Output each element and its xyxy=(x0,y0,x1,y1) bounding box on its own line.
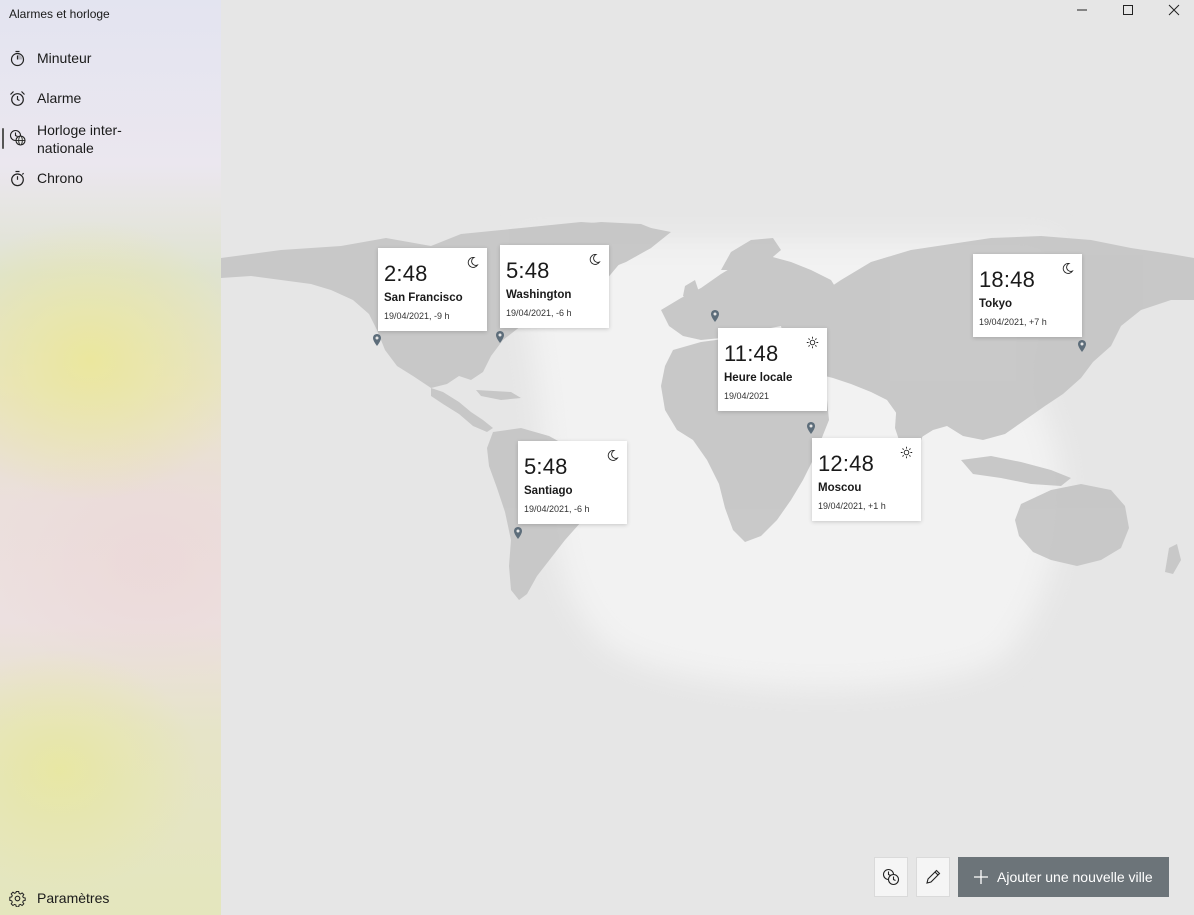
plus-icon xyxy=(974,870,988,884)
moon-icon xyxy=(607,450,619,461)
sidebar-item-timer[interactable]: Minuteur xyxy=(0,49,221,67)
clock-city: Heure locale xyxy=(724,372,793,384)
sidebar-item-label: Horloge inter- xyxy=(37,122,122,138)
minimize-button[interactable] xyxy=(1059,0,1105,20)
app-title: Alarmes et horloge xyxy=(9,7,110,21)
clock-time: 12:48 xyxy=(818,451,875,476)
clock-card-santiago[interactable]: 5:48 Santiago 19/04/2021, -6 h xyxy=(518,441,627,524)
sidebar-item-label: Alarme xyxy=(37,90,82,106)
alarm-clock-icon xyxy=(10,90,25,106)
sidebar-item-label: Minuteur xyxy=(37,50,92,66)
location-pin-san-francisco[interactable] xyxy=(373,334,381,346)
clock-date: 19/04/2021, -9 h xyxy=(384,311,450,321)
clock-city: San Francisco xyxy=(384,292,463,304)
add-city-label: Ajouter une nouvelle ville xyxy=(997,869,1153,885)
minimize-icon xyxy=(1077,9,1087,11)
clock-card-moscou[interactable]: 12:48 Moscou 19/04/2021, +1 h xyxy=(812,438,921,521)
clock-date: 19/04/2021 xyxy=(724,391,770,401)
stopwatch-icon xyxy=(11,170,25,186)
moon-icon xyxy=(467,257,479,268)
clock-date: 19/04/2021, +7 h xyxy=(979,317,1047,327)
close-button[interactable] xyxy=(1151,0,1194,20)
pencil-icon xyxy=(926,869,941,884)
location-pin-local[interactable] xyxy=(711,310,719,322)
compare-clocks-icon xyxy=(882,868,900,886)
edit-button[interactable] xyxy=(916,857,950,897)
location-pin-santiago[interactable] xyxy=(514,527,522,539)
clock-time: 5:48 xyxy=(506,258,550,283)
clock-city: Tokyo xyxy=(979,298,1013,310)
clock-card-san-francisco[interactable]: 2:48 San Francisco 19/04/2021, -9 h xyxy=(378,248,487,331)
clock-time: 5:48 xyxy=(524,454,568,479)
moon-icon xyxy=(589,254,601,265)
main-content: 2:48 San Francisco 19/04/2021, -9 h 5:48… xyxy=(221,0,1194,915)
sidebar-item-label: Chrono xyxy=(37,170,83,186)
clock-card-tokyo[interactable]: 18:48 Tokyo 19/04/2021, +7 h xyxy=(973,254,1082,337)
sidebar: Alarmes et horloge Minuteur Alarme Horlo… xyxy=(0,0,221,915)
compare-clocks-button[interactable] xyxy=(874,857,908,897)
clock-card-local[interactable]: 11:48 Heure locale 19/04/2021 xyxy=(718,328,827,411)
world-clock-icon xyxy=(9,129,26,146)
maximize-icon xyxy=(1123,5,1133,15)
sidebar-item-settings[interactable]: Paramètres xyxy=(0,889,221,907)
sidebar-item-alarm[interactable]: Alarme xyxy=(0,89,221,107)
clock-date: 19/04/2021, -6 h xyxy=(524,504,590,514)
clock-city: Santiago xyxy=(524,485,573,497)
clock-time: 11:48 xyxy=(724,341,779,366)
moon-icon xyxy=(1062,263,1074,274)
clock-city: Moscou xyxy=(818,482,862,494)
location-pin-tokyo[interactable] xyxy=(1078,340,1086,352)
sidebar-item-label: Paramètres xyxy=(37,890,110,906)
sidebar-item-stopwatch[interactable]: Chrono xyxy=(0,169,221,187)
location-pin-washington[interactable] xyxy=(496,331,504,343)
clock-date: 19/04/2021, -6 h xyxy=(506,308,572,318)
world-map xyxy=(221,0,1194,915)
sun-icon xyxy=(900,446,913,459)
clock-date: 19/04/2021, +1 h xyxy=(818,501,886,511)
close-icon xyxy=(1168,4,1180,16)
gear-icon xyxy=(9,890,26,907)
clock-time: 18:48 xyxy=(979,267,1036,292)
sidebar-item-world-clock[interactable]: Horloge inter- nationale xyxy=(0,121,221,157)
sun-icon xyxy=(806,336,819,349)
location-pin-moscou[interactable] xyxy=(807,422,815,434)
clock-time: 2:48 xyxy=(384,261,428,286)
clock-card-washington[interactable]: 5:48 Washington 19/04/2021, -6 h xyxy=(500,245,609,328)
maximize-button[interactable] xyxy=(1105,0,1151,20)
timer-icon xyxy=(10,50,25,66)
sidebar-item-label: nationale xyxy=(37,140,94,156)
clock-city: Washington xyxy=(506,289,572,301)
add-city-button[interactable]: Ajouter une nouvelle ville xyxy=(958,857,1169,897)
